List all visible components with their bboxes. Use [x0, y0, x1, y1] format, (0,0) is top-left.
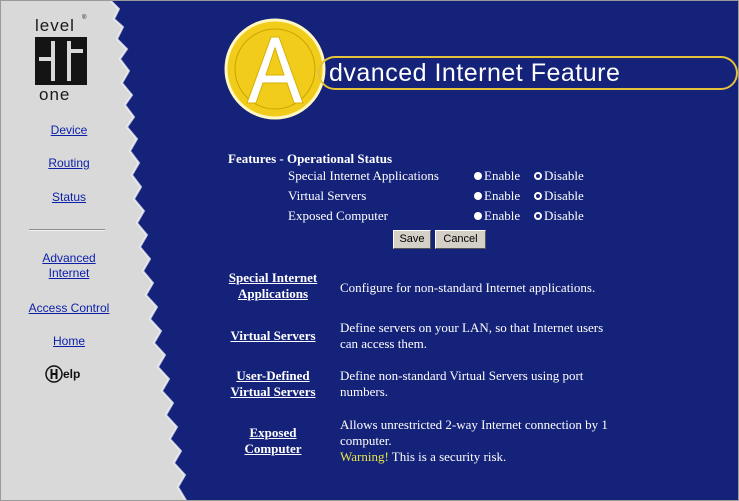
nav-advanced-internet-link[interactable]: Advanced Internet: [25, 251, 113, 281]
special-disable-radio[interactable]: Disable: [534, 168, 584, 184]
nav-home-link[interactable]: Home: [45, 334, 93, 348]
radio-checked-icon: [534, 192, 542, 200]
exposed-enable-radio[interactable]: Enable: [474, 208, 520, 224]
virtual-enable-radio[interactable]: Enable: [474, 188, 520, 204]
feature-label-exposed: Exposed Computer: [288, 208, 389, 223]
exposed-computer-desc: Allows unrestricted 2-way Internet conne…: [340, 417, 608, 464]
nav-advanced-line2: Internet: [48, 266, 90, 280]
nav-device-link[interactable]: Device: [45, 123, 93, 137]
nav-access-control-link[interactable]: Access Control: [13, 301, 125, 315]
nav-routing-link[interactable]: Routing: [41, 156, 97, 170]
logo-bottom-text: one: [39, 85, 71, 104]
status-heading: Features - Operational Status: [228, 151, 393, 166]
save-button[interactable]: Save: [393, 230, 431, 249]
feature-label-special: Special Internet Applications: [288, 168, 439, 183]
nav-help-label: elp: [63, 367, 81, 381]
logo-registered-mark: ®: [82, 15, 87, 21]
banner-title: dvanced Internet Feature: [329, 59, 621, 87]
special-enable-radio[interactable]: Enable: [474, 168, 520, 184]
virtual-servers-desc: Define servers on your LAN, so that Inte…: [340, 320, 604, 351]
feature-label-virtual: Virtual Servers: [288, 188, 367, 203]
exposed-disable-radio[interactable]: Disable: [534, 208, 584, 224]
cancel-button[interactable]: Cancel: [435, 230, 486, 249]
logo-top-text: level: [35, 16, 75, 35]
radio-checked-icon: [534, 212, 542, 220]
page-frame: level ® one Device Routing Status Advanc…: [0, 0, 739, 501]
user-defined-virtual-servers-link[interactable]: User-Defined Virtual Servers: [217, 368, 329, 400]
help-h-icon: [45, 365, 63, 383]
radio-checked-icon: [534, 172, 542, 180]
radio-unchecked-icon: [474, 192, 482, 200]
logo-1-symbol: [35, 37, 87, 85]
radio-unchecked-icon: [474, 172, 482, 180]
levelone-logo: level ® one: [32, 15, 90, 105]
warning-text: This is a security risk.: [388, 449, 507, 464]
radio-unchecked-icon: [474, 212, 482, 220]
page-banner: dvanced Internet Feature: [221, 15, 738, 125]
special-internet-applications-link[interactable]: Special Internet Applications: [212, 270, 334, 302]
warning-label: Warning!: [340, 449, 389, 464]
nav-advanced-line1: Advanced: [42, 251, 96, 265]
user-defined-virtual-servers-desc: Define non-standard Virtual Servers usin…: [340, 368, 584, 399]
nav-separator: [29, 229, 105, 231]
virtual-servers-link[interactable]: Virtual Servers: [217, 328, 329, 344]
exposed-computer-link[interactable]: Exposed Computer: [227, 425, 319, 457]
virtual-disable-radio[interactable]: Disable: [534, 188, 584, 204]
nav-status-link[interactable]: Status: [45, 190, 93, 204]
special-internet-applications-desc: Configure for non-standard Internet appl…: [340, 280, 596, 295]
